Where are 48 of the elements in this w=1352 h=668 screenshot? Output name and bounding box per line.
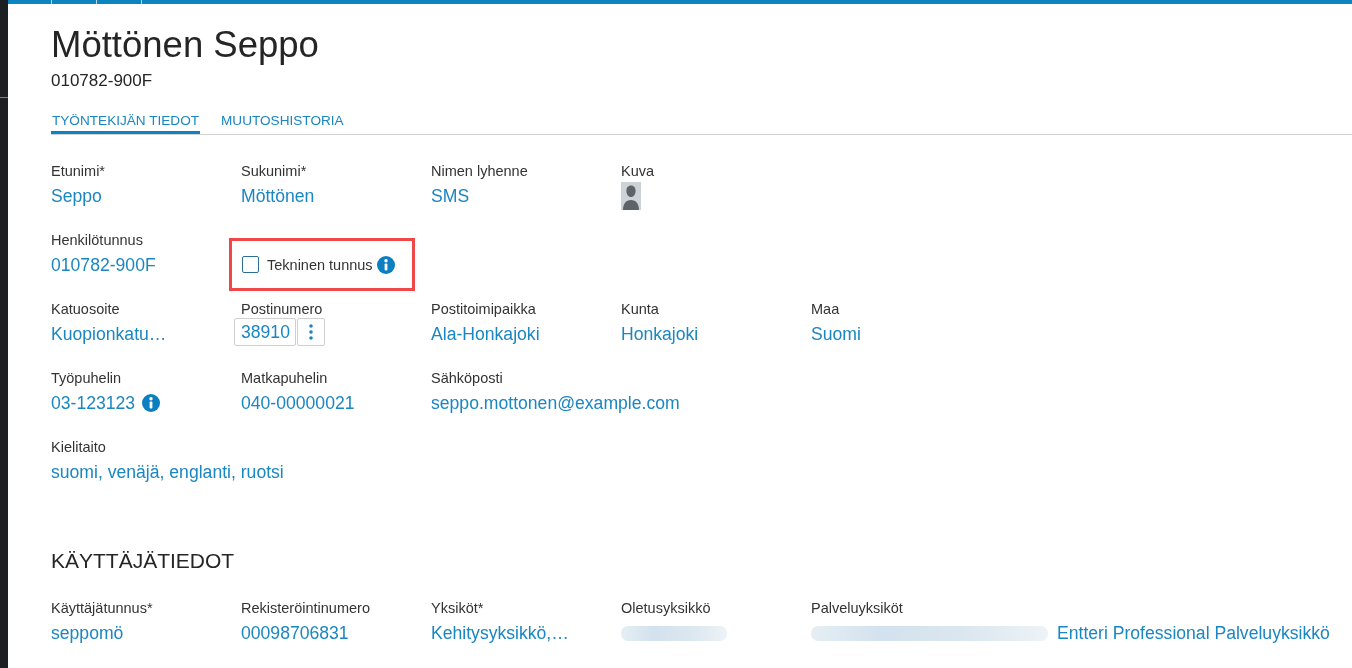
field-label: Rekisteröintinumero [241,599,370,617]
field-value[interactable]: Seppo [51,184,102,208]
tab[interactable]: MUUTOSHISTORIA [220,112,345,134]
field-value[interactable]: seppo.mottonen@example.com [431,391,680,415]
field-value[interactable]: 010782-900F [51,253,156,277]
field-label: Maa [811,300,840,318]
info-icon[interactable] [376,255,395,274]
field-label: Sähköposti [431,369,503,387]
checkbox-label: Tekninen tunnus [267,255,373,275]
info-icon[interactable] [142,394,161,412]
field-value[interactable]: seppomö [51,621,124,645]
more-options-button[interactable] [296,318,325,346]
field-value[interactable]: 00098706831 [241,621,349,645]
field-value[interactable]: Kehitysyksikkö,… [431,621,569,645]
field-label: Sukunimi* [241,162,307,180]
field-value[interactable]: Suomi [811,322,861,346]
vertical-dots-icon [308,324,313,340]
employee-name: Möttönen Seppo [51,24,319,66]
field-value[interactable]: Honkajoki [621,322,699,346]
field-label: Yksiköt* [431,599,484,617]
field-label: Etunimi* [51,162,105,180]
field-label: Kuva [621,162,655,180]
field-label: Matkapuhelin [241,369,328,387]
section-title: KÄYTTÄJÄTIEDOT [51,548,235,574]
field-value[interactable]: Möttönen [241,184,315,208]
field-label: Käyttäjätunnus* [51,599,153,617]
field-value[interactable]: Ala-Honkajoki [431,322,540,346]
field-value[interactable]: 040-00000021 [241,391,355,415]
postal-code-field[interactable]: 38910 [234,318,296,346]
tab[interactable]: TYÖNTEKIJÄN TIEDOT [51,112,201,134]
field-value[interactable]: Entteri Professional Palveluyksikkö [1057,621,1330,645]
field-value[interactable]: Kuopionkatu… [51,322,167,346]
field-label: Katuosoite [51,300,120,318]
field-label: Palveluyksiköt [811,599,903,617]
checkbox[interactable] [242,256,259,273]
field-value[interactable]: suomi, venäjä, englanti, ruotsi [51,460,284,484]
field-value[interactable]: SMS [431,184,470,208]
personal-id: 010782-900F [51,71,153,91]
field-label: Postitoimipaikka [431,300,536,318]
field-label: Nimen lyhenne [431,162,528,180]
field-label: Kielitaito [51,438,106,456]
field-label: Oletusyksikkö [621,599,711,617]
avatar-icon[interactable] [621,182,641,210]
field-label: Kunta [621,300,659,318]
field-label: Henkilötunnus [51,231,143,249]
field-value[interactable]: 03-123123 [51,391,136,415]
field-label: Postinumero [241,300,323,318]
field-label: Työpuhelin [51,369,122,387]
